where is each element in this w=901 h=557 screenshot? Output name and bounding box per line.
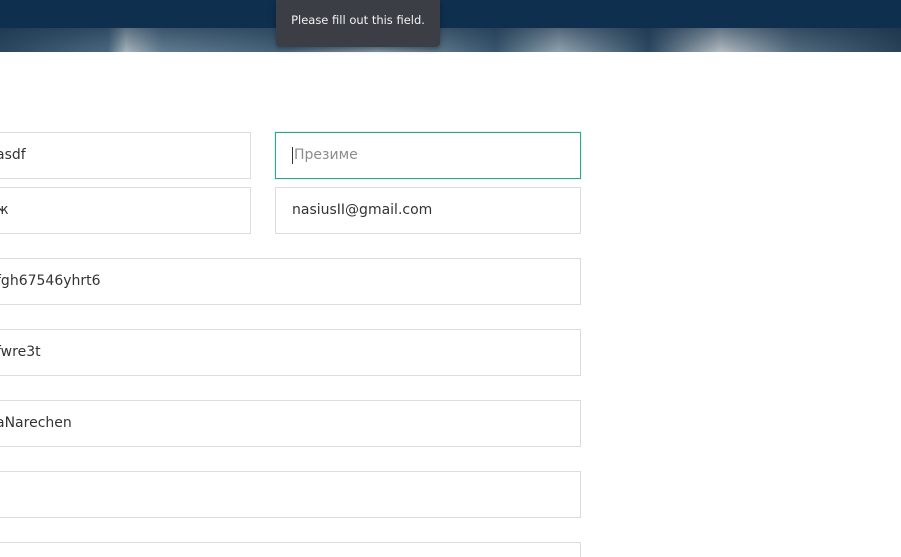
last-name-placeholder: Презиме: [294, 147, 358, 163]
validation-tooltip-message: Please fill out this field.: [291, 13, 425, 27]
registration-page: Please fill out this field. asdf Презиме…: [0, 0, 901, 557]
header-bar: [0, 0, 901, 28]
header-photo-overlay: [0, 28, 901, 52]
form-field-4-value: fwre3t: [0, 344, 41, 360]
last-name-field[interactable]: Презиме: [275, 132, 581, 179]
email-field[interactable]: nasiusII@gmail.com: [275, 187, 581, 234]
form-field-7[interactable]: [0, 542, 581, 557]
form-field-3[interactable]: fgh67546yhrt6: [0, 258, 581, 305]
form-field-5[interactable]: aNarechen: [0, 400, 581, 447]
header-banner: [0, 0, 901, 52]
first-name-value: asdf: [0, 147, 26, 163]
validation-tooltip: Please fill out this field.: [276, 0, 440, 47]
text-caret: [292, 146, 293, 164]
form-field-3-value: fgh67546yhrt6: [0, 273, 101, 289]
row2-left-field[interactable]: ж: [0, 187, 251, 234]
row2-left-value: ж: [0, 202, 9, 218]
form-field-4[interactable]: fwre3t: [0, 329, 581, 376]
form-field-5-value: aNarechen: [0, 415, 72, 431]
first-name-field[interactable]: asdf: [0, 132, 251, 179]
form-field-6[interactable]: [0, 471, 581, 518]
email-value: nasiusII@gmail.com: [292, 202, 433, 218]
